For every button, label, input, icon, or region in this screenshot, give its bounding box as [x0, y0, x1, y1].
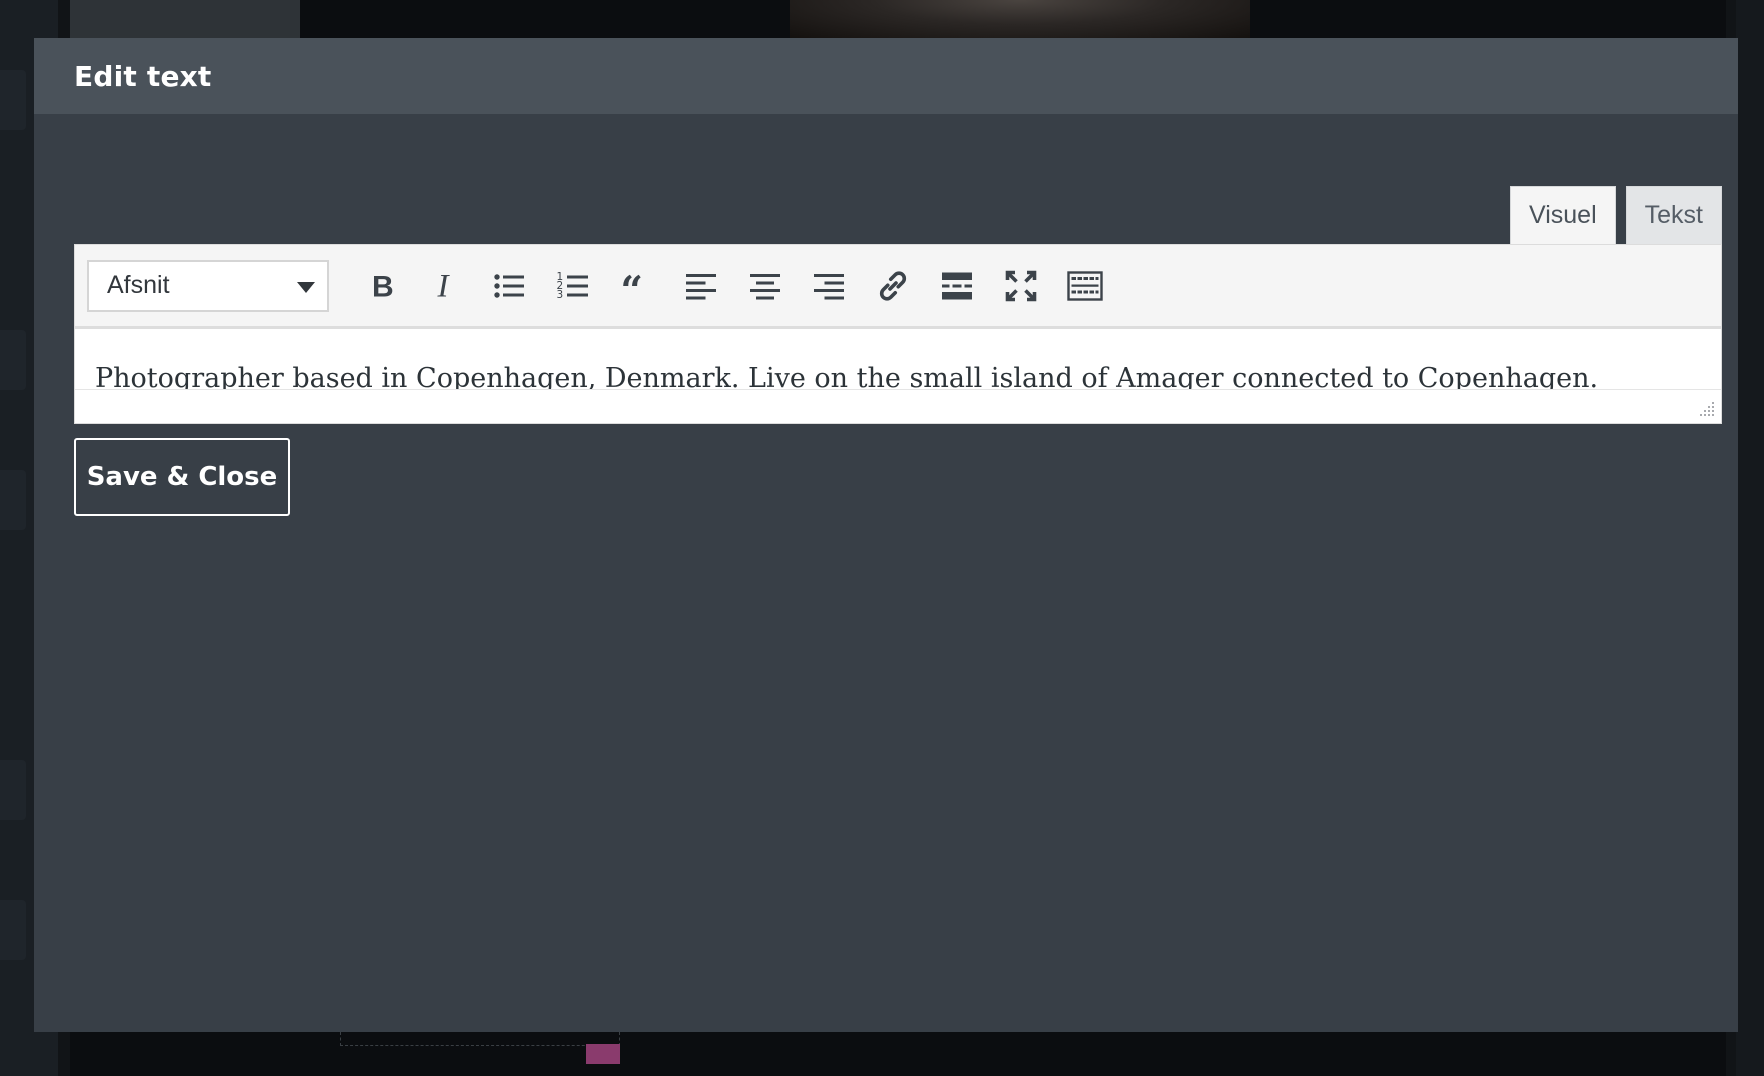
bullet-list-icon: [494, 273, 524, 298]
bold-icon: B: [372, 270, 394, 303]
background-card: [70, 0, 300, 38]
svg-text:B: B: [372, 270, 394, 303]
blockquote-icon: “: [621, 268, 643, 304]
align-right-button[interactable]: [797, 254, 861, 318]
background-sidebar-item: [0, 470, 26, 530]
paragraph-format-select[interactable]: Afsnit: [87, 259, 329, 312]
background-sidebar-item: [0, 900, 26, 960]
toolbar-toggle-icon: [1067, 270, 1103, 301]
bold-button[interactable]: B: [349, 254, 413, 318]
tab-visuel[interactable]: Visuel: [1510, 186, 1616, 244]
background-badge: [586, 1044, 620, 1064]
modal-title: Edit text: [74, 59, 212, 93]
editor-toolbar: Afsnit B I 1 2 3 “: [75, 245, 1721, 329]
editor-statusbar: [75, 389, 1721, 423]
blockquote-button[interactable]: “: [605, 254, 669, 318]
background-scrollbar: [1736, 0, 1764, 1076]
save-close-button[interactable]: Save & Close: [74, 438, 290, 516]
italic-button[interactable]: I: [413, 254, 477, 318]
read-more-button[interactable]: [925, 254, 989, 318]
svg-text:I: I: [437, 268, 451, 304]
chevron-down-icon: [297, 281, 315, 293]
background-photo: [790, 0, 1250, 38]
bullet-list-button[interactable]: [477, 254, 541, 318]
background-placeholder: [340, 1032, 620, 1046]
align-center-button[interactable]: [733, 254, 797, 318]
editor-wrapper: Visuel Tekst Afsnit B I 1 2 3 “ Photogra…: [74, 186, 1722, 424]
align-center-icon: [750, 273, 780, 299]
italic-icon: I: [437, 268, 451, 304]
fullscreen-icon: [1005, 270, 1037, 301]
read-more-icon: [942, 272, 972, 299]
editor-content[interactable]: Photographer based in Copenhagen, Denmar…: [75, 329, 1721, 389]
svg-text:“: “: [621, 268, 643, 304]
tab-tekst[interactable]: Tekst: [1625, 186, 1722, 244]
resize-handle-icon[interactable]: [1697, 399, 1715, 417]
align-left-icon: [686, 273, 716, 299]
edit-text-modal: Edit text Visuel Tekst Afsnit B I 1 2 3 …: [34, 38, 1738, 1032]
numbered-list-button[interactable]: 1 2 3: [541, 254, 605, 318]
insert-link-button[interactable]: [861, 254, 925, 318]
fullscreen-button[interactable]: [989, 254, 1053, 318]
modal-header: Edit text: [34, 38, 1738, 114]
toolbar-toggle-button[interactable]: [1053, 254, 1117, 318]
background-sidebar-item: [0, 70, 26, 130]
editor-tabs: Visuel Tekst: [74, 186, 1722, 244]
numbered-list-icon: 1 2 3: [557, 271, 588, 301]
rich-text-editor: Afsnit B I 1 2 3 “ Photographer based in…: [74, 244, 1722, 424]
align-left-button[interactable]: [669, 254, 733, 318]
background-sidebar-item: [0, 760, 26, 820]
link-icon: [879, 270, 907, 301]
svg-text:3: 3: [557, 289, 564, 301]
align-right-icon: [814, 273, 844, 299]
background-sidebar-item: [0, 330, 26, 390]
format-select-value: Afsnit: [107, 271, 170, 299]
